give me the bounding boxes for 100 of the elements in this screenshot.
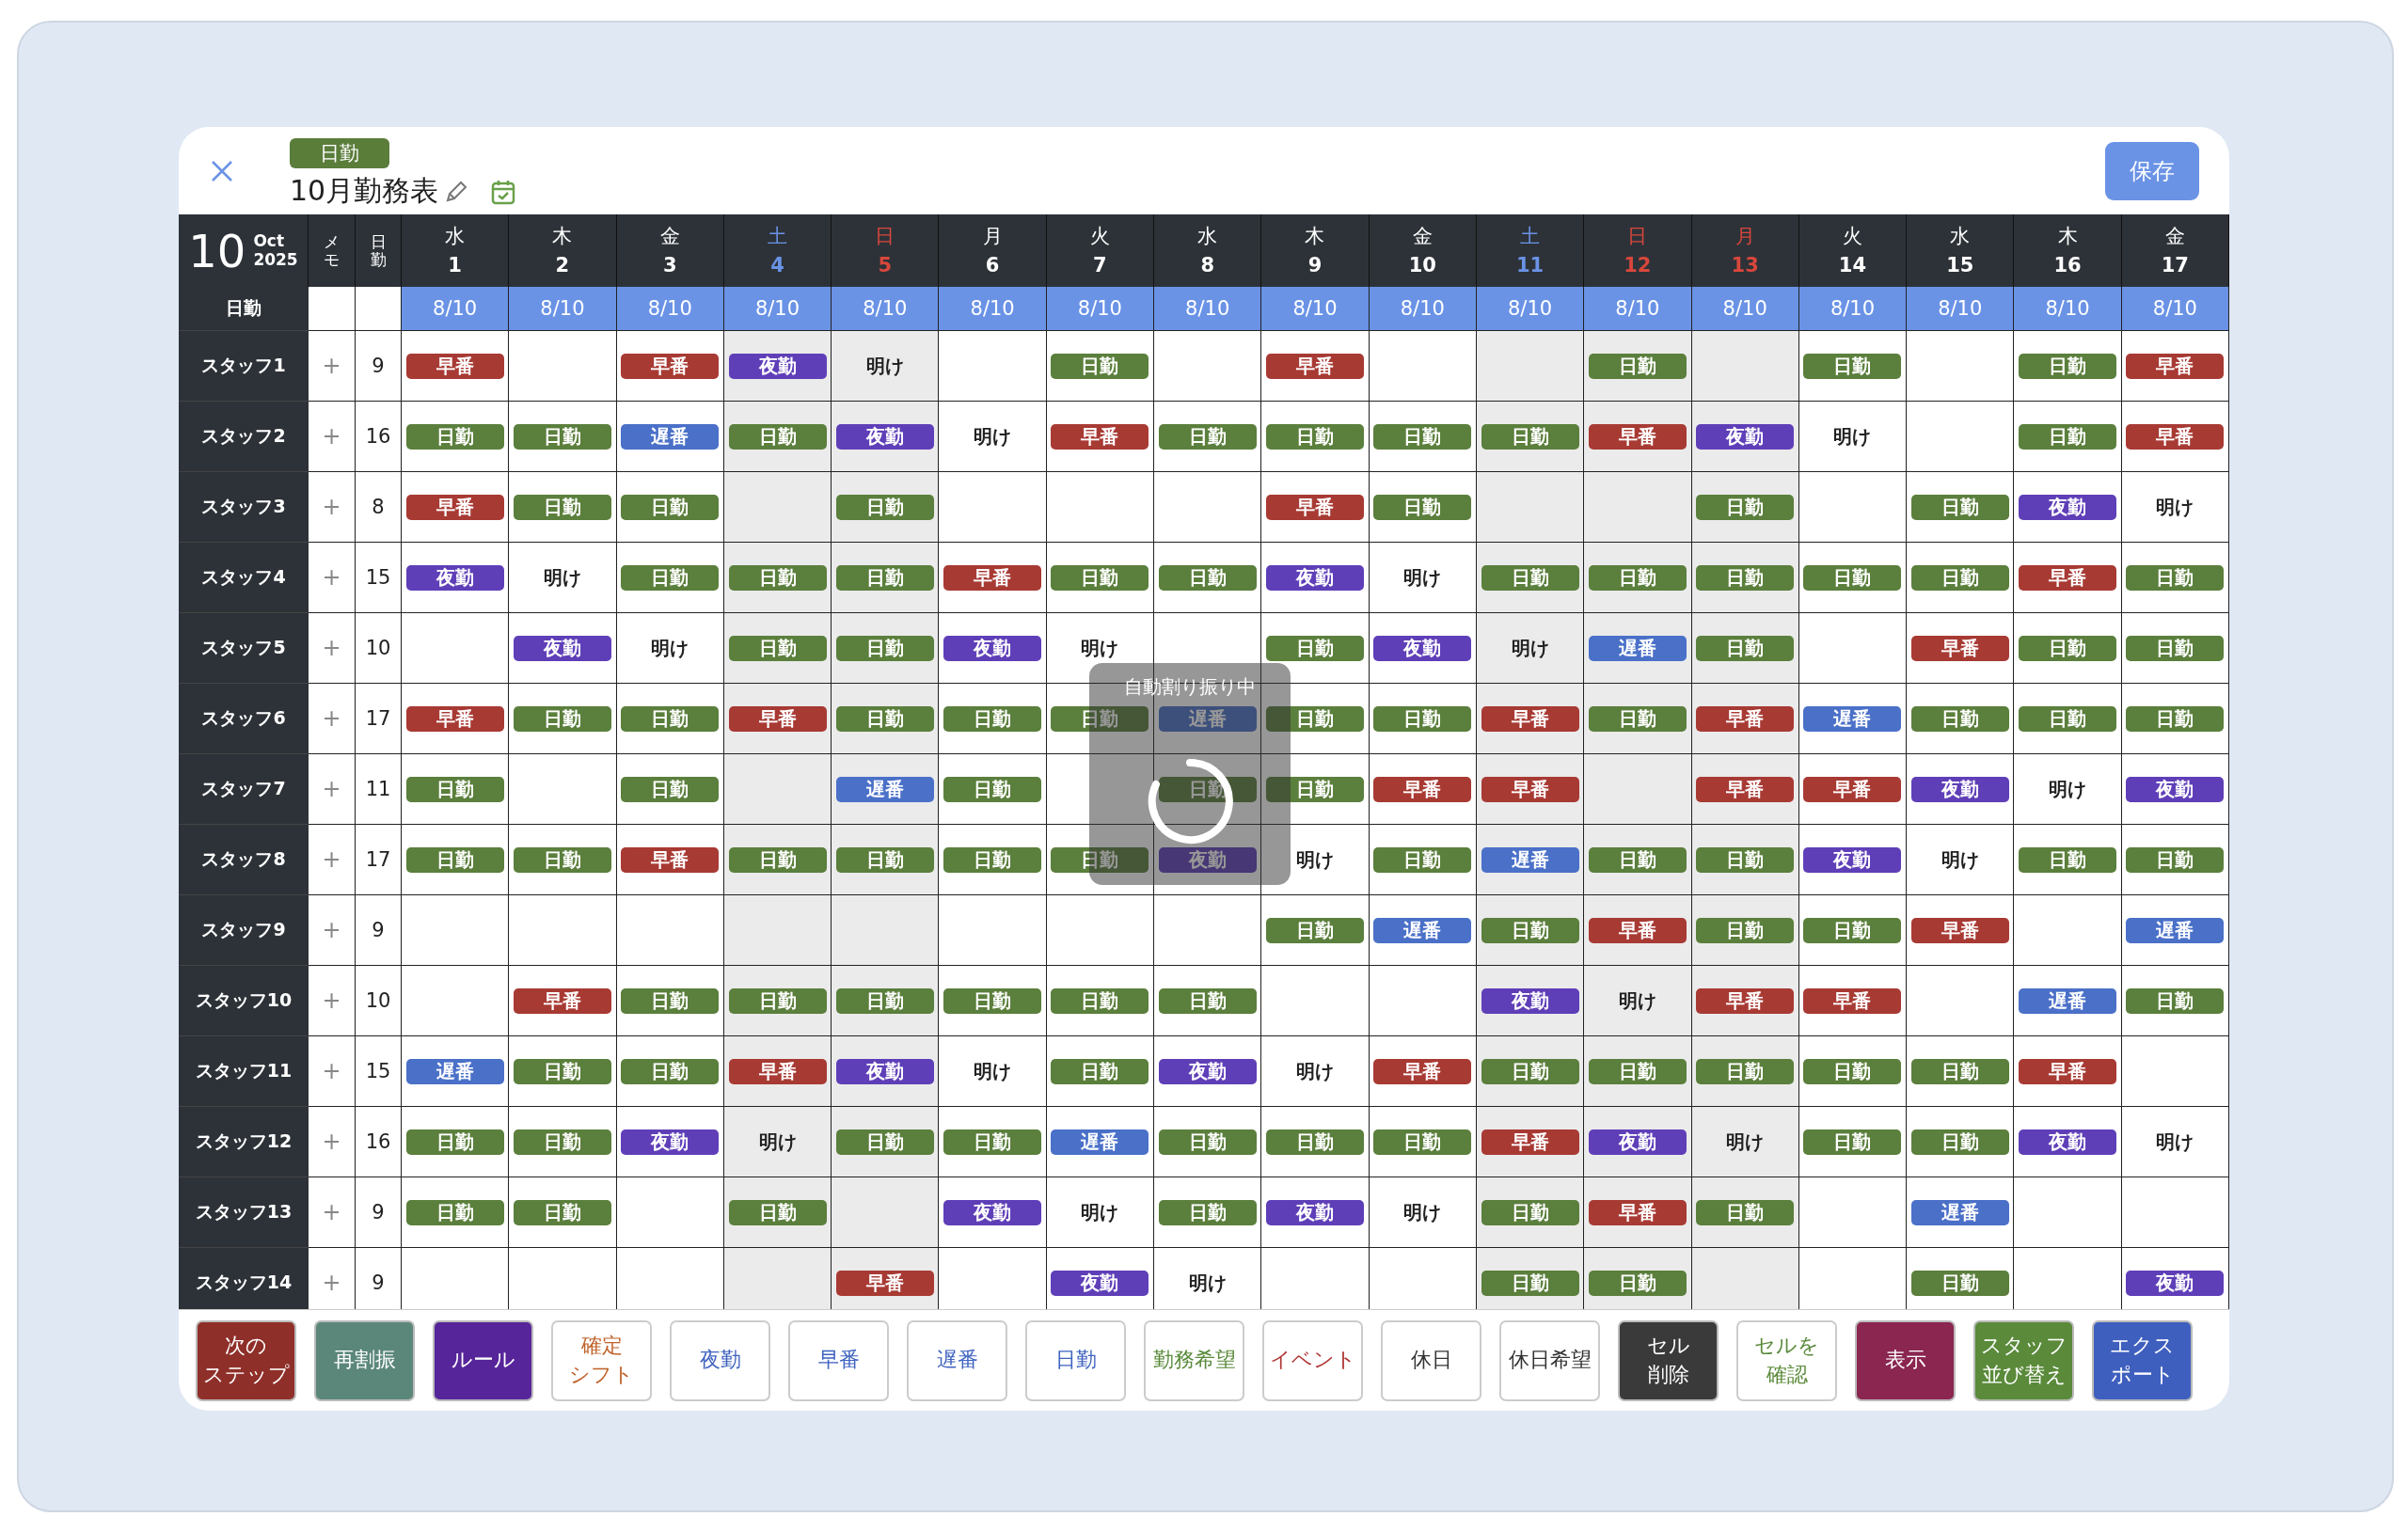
- add-button[interactable]: +: [322, 1058, 341, 1084]
- shift-badge[interactable]: 遅番: [2019, 987, 2117, 1014]
- shift-badge[interactable]: 夜勤: [2019, 1129, 2117, 1155]
- shift-badge[interactable]: 早番: [728, 1058, 827, 1084]
- shift-badge[interactable]: 日勤: [621, 1058, 720, 1084]
- shift-badge[interactable]: 夜勤: [405, 564, 504, 591]
- shift-badge[interactable]: 早番: [1266, 494, 1364, 520]
- shift-badge[interactable]: 早番: [2019, 1058, 2117, 1084]
- shift-badge[interactable]: 日勤: [1158, 987, 1257, 1014]
- shift-badge[interactable]: 日勤: [1051, 987, 1149, 1014]
- shift-label[interactable]: 明け: [974, 423, 1012, 450]
- shift-badge[interactable]: 日勤: [943, 776, 1042, 802]
- add-button[interactable]: +: [322, 635, 341, 661]
- shift-badge[interactable]: 早番: [513, 987, 611, 1014]
- shift-badge[interactable]: 日勤: [1696, 494, 1795, 520]
- shift-badge[interactable]: 遅番: [1910, 1199, 2009, 1225]
- shift-badge[interactable]: 日勤: [1158, 564, 1257, 591]
- shift-badge[interactable]: 夜勤: [943, 1199, 1042, 1225]
- add-button[interactable]: +: [322, 564, 341, 591]
- shift-badge[interactable]: 遅番: [1481, 846, 1579, 873]
- add-button[interactable]: +: [322, 917, 341, 943]
- shift-badge[interactable]: 遅番: [2126, 917, 2225, 943]
- shift-badge[interactable]: 日勤: [2126, 564, 2225, 591]
- toolbar-button[interactable]: スタッフ 並び替え: [1973, 1319, 2074, 1401]
- shift-label[interactable]: 明け: [974, 1058, 1012, 1084]
- shift-badge[interactable]: 夜勤: [1373, 635, 1472, 661]
- shift-badge[interactable]: 夜勤: [2126, 1270, 2225, 1296]
- shift-badge[interactable]: 日勤: [1696, 564, 1795, 591]
- shift-badge[interactable]: 夜勤: [1266, 1199, 1364, 1225]
- shift-badge[interactable]: 日勤: [1266, 635, 1364, 661]
- shift-badge[interactable]: 早番: [1803, 987, 1902, 1014]
- shift-badge[interactable]: 遅番: [835, 776, 934, 802]
- shift-badge[interactable]: 遅番: [621, 423, 720, 450]
- shift-badge[interactable]: 日勤: [1481, 917, 1579, 943]
- shift-badge[interactable]: 日勤: [1373, 705, 1472, 732]
- shift-badge[interactable]: 日勤: [513, 1058, 611, 1084]
- shift-badge[interactable]: 日勤: [1588, 1270, 1687, 1296]
- shift-badge[interactable]: 早番: [621, 846, 720, 873]
- shift-badge[interactable]: 早番: [621, 353, 720, 379]
- shift-badge[interactable]: 日勤: [1696, 1058, 1795, 1084]
- shift-badge[interactable]: 早番: [405, 705, 504, 732]
- shift-badge[interactable]: 日勤: [2126, 705, 2225, 732]
- shift-badge[interactable]: 夜勤: [2019, 494, 2117, 520]
- shift-badge[interactable]: 日勤: [1803, 917, 1902, 943]
- shift-badge[interactable]: 日勤: [1696, 1199, 1795, 1225]
- shift-badge[interactable]: 日勤: [513, 1199, 611, 1225]
- shift-label[interactable]: 明け: [1296, 846, 1334, 873]
- shift-badge[interactable]: 日勤: [1051, 705, 1149, 732]
- shift-label[interactable]: 明け: [1618, 987, 1656, 1014]
- shift-label[interactable]: 明け: [1726, 1129, 1765, 1155]
- shift-badge[interactable]: 日勤: [405, 423, 504, 450]
- shift-badge[interactable]: 早番: [1696, 776, 1795, 802]
- shift-badge[interactable]: 遅番: [1158, 705, 1257, 732]
- add-button[interactable]: +: [322, 1199, 341, 1225]
- shift-badge[interactable]: 日勤: [405, 776, 504, 802]
- shift-badge[interactable]: 早番: [2126, 423, 2225, 450]
- shift-badge[interactable]: 遅番: [405, 1058, 504, 1084]
- shift-badge[interactable]: 早番: [1588, 423, 1687, 450]
- shift-badge[interactable]: 日勤: [943, 987, 1042, 1014]
- shift-badge[interactable]: 早番: [1696, 987, 1795, 1014]
- shift-badge[interactable]: 日勤: [1910, 494, 2009, 520]
- shift-badge[interactable]: 日勤: [2126, 987, 2225, 1014]
- shift-badge[interactable]: 早番: [728, 705, 827, 732]
- shift-badge[interactable]: 日勤: [621, 494, 720, 520]
- toolbar-button[interactable]: 再割振: [314, 1319, 415, 1401]
- shift-badge[interactable]: 日勤: [1051, 846, 1149, 873]
- toolbar-button[interactable]: 次の ステップ: [196, 1319, 296, 1401]
- toolbar-button[interactable]: 休日希望: [1499, 1319, 1600, 1401]
- shift-badge[interactable]: 日勤: [513, 846, 611, 873]
- shift-badge[interactable]: 日勤: [728, 564, 827, 591]
- shift-badge[interactable]: 早番: [1803, 776, 1902, 802]
- shift-badge[interactable]: 夜勤: [1696, 423, 1795, 450]
- shift-badge[interactable]: 日勤: [621, 987, 720, 1014]
- shift-badge[interactable]: 日勤: [1051, 353, 1149, 379]
- toolbar-button[interactable]: エクス ポート: [2092, 1319, 2193, 1401]
- add-button[interactable]: +: [322, 423, 341, 450]
- shift-badge[interactable]: 日勤: [728, 1199, 827, 1225]
- shift-label[interactable]: 明け: [1188, 1270, 1227, 1296]
- shift-badge[interactable]: 夜勤: [1481, 987, 1579, 1014]
- shift-badge[interactable]: 日勤: [2126, 846, 2225, 873]
- shift-badge[interactable]: 遅番: [1588, 635, 1687, 661]
- shift-badge[interactable]: 早番: [1051, 423, 1149, 450]
- toolbar-button[interactable]: セルを 確認: [1736, 1319, 1837, 1401]
- shift-badge[interactable]: 遅番: [1051, 1129, 1149, 1155]
- shift-label[interactable]: 明け: [758, 1129, 797, 1155]
- shift-badge[interactable]: 早番: [943, 564, 1042, 591]
- shift-badge[interactable]: 日勤: [621, 705, 720, 732]
- shift-badge[interactable]: 日勤: [1910, 1129, 2009, 1155]
- shift-badge[interactable]: 日勤: [1588, 353, 1687, 379]
- shift-badge[interactable]: 夜勤: [835, 1058, 934, 1084]
- shift-badge[interactable]: 早番: [2019, 564, 2117, 591]
- shift-badge[interactable]: 日勤: [1910, 1058, 2009, 1084]
- shift-badge[interactable]: 早番: [1266, 353, 1364, 379]
- shift-label[interactable]: 明け: [1081, 1199, 1119, 1225]
- shift-badge[interactable]: 夜勤: [513, 635, 611, 661]
- shift-label[interactable]: 明け: [1941, 846, 1979, 873]
- toolbar-button[interactable]: 確定 シフト: [551, 1319, 652, 1401]
- shift-badge[interactable]: 日勤: [1910, 1270, 2009, 1296]
- shift-label[interactable]: 明け: [865, 353, 904, 379]
- toolbar-button[interactable]: 表示: [1855, 1319, 1956, 1401]
